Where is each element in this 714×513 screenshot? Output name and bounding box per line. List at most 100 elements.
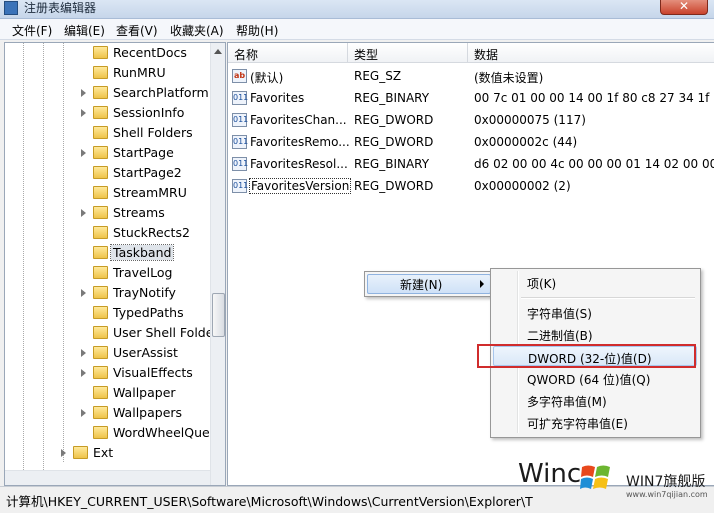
folder-icon [93, 106, 108, 119]
value-name: Favorites [250, 91, 305, 105]
tree-item[interactable]: StuckRects2 [5, 223, 210, 243]
value-data: 0x00000075 (117) [474, 113, 586, 127]
tree-item[interactable]: WordWheelQue [5, 423, 210, 443]
list-item[interactable]: 011 Favorites REG_BINARY 00 7c 01 00 00 14 … [228, 87, 714, 109]
menu-view[interactable]: 查看(V) [116, 22, 158, 39]
folder-icon [93, 406, 108, 419]
tree-item[interactable]: RunMRU [5, 63, 210, 83]
tree-item[interactable]: TrayNotify [5, 283, 210, 303]
tree-item-ext[interactable]: Ext [5, 443, 210, 463]
menu-item-label: 新建(N) [400, 278, 443, 292]
folder-icon [93, 246, 108, 259]
submenu-item[interactable]: QWORD (64 位)值(Q) [493, 368, 697, 388]
folder-icon [93, 146, 108, 159]
regedit-app-icon [4, 1, 18, 15]
value-type: REG_BINARY [354, 157, 430, 171]
folder-icon [93, 126, 108, 139]
watermark: Winc WIN7旗舰版 www.win7qijian.com [518, 456, 714, 512]
list-item[interactable]: 011 FavoritesChan... REG_DWORD 0x00000075 (… [228, 109, 714, 131]
folder-icon [93, 226, 108, 239]
tree-item-label: RunMRU [113, 65, 166, 80]
tree-item-label: StartPage2 [113, 165, 182, 180]
tree-item[interactable]: SessionInfo [5, 103, 210, 123]
expand-arrow-icon[interactable] [81, 89, 86, 97]
tree-item[interactable]: Wallpapers [5, 403, 210, 423]
tree-item[interactable]: StartPage2 [5, 163, 210, 183]
menu-help[interactable]: 帮助(H) [236, 22, 278, 39]
value-name: (默认) [250, 71, 284, 85]
expand-arrow-icon[interactable] [81, 209, 86, 217]
scrollbar-thumb[interactable] [212, 293, 225, 337]
tree-item-label: VisualEffects [113, 365, 193, 380]
submenu-item[interactable]: 二进制值(B) [493, 324, 697, 344]
annotation-highlight-box [477, 344, 696, 368]
menu-item-new[interactable]: 新建(N) [367, 274, 491, 294]
expand-arrow-icon[interactable] [81, 109, 86, 117]
menu-edit[interactable]: 编辑(E) [64, 22, 105, 39]
tree-item[interactable]: Streams [5, 203, 210, 223]
tree-item-label: TravelLog [113, 265, 173, 280]
tree-horizontal-scrollbar[interactable] [5, 470, 210, 485]
submenu-item[interactable]: 可扩充字符串值(E) [493, 412, 697, 432]
tree-item-label: User Shell Folde [113, 325, 214, 340]
column-header-label: 名称 [234, 48, 259, 62]
tree-item-label: SearchPlatform [113, 85, 209, 100]
tree-item[interactable]: VisualEffects [5, 363, 210, 383]
expand-arrow-icon[interactable] [81, 349, 86, 357]
column-header-type[interactable]: 类型 [348, 43, 468, 63]
tree-item-label: Ext [93, 445, 114, 460]
binary-value-icon: 011 [232, 157, 248, 171]
tree-item[interactable]: TypedPaths [5, 303, 210, 323]
folder-icon [93, 186, 108, 199]
close-button[interactable]: ✕ [660, 0, 708, 15]
tree-item[interactable]: UserAssist [5, 343, 210, 363]
expand-arrow-icon[interactable] [81, 409, 86, 417]
folder-icon [93, 266, 108, 279]
submenu-item[interactable]: 字符串值(S) [493, 302, 697, 322]
tree-item[interactable]: Shell Folders [5, 123, 210, 143]
string-value-icon: ab [232, 69, 247, 83]
column-header-name[interactable]: 名称 [228, 43, 348, 63]
list-item[interactable]: ab (默认) REG_SZ (数值未设置) [228, 65, 714, 87]
expand-arrow-icon[interactable] [81, 149, 86, 157]
tree-item[interactable]: Taskband [5, 243, 210, 263]
scroll-up-arrow-icon[interactable] [214, 49, 222, 54]
binary-value-icon: 011 [232, 135, 248, 149]
menu-item-label: 二进制值(B) [527, 329, 593, 343]
tree-item[interactable]: StartPage [5, 143, 210, 163]
value-data: 0x0000002c (44) [474, 135, 578, 149]
value-name: FavoritesVersion [248, 178, 352, 194]
tree-item-label: WordWheelQue [113, 425, 210, 440]
binary-value-icon: 011 [232, 91, 248, 105]
value-type: REG_DWORD [354, 113, 434, 127]
tree-item[interactable]: StreamMRU [5, 183, 210, 203]
tree-item[interactable]: TravelLog [5, 263, 210, 283]
menu-favorites[interactable]: 收藏夹(A) [170, 22, 224, 39]
tree-item-label: Wallpapers [113, 405, 183, 420]
tree-item-label: StreamMRU [113, 185, 187, 200]
value-data: (数值未设置) [474, 71, 544, 85]
tree-item[interactable]: User Shell Folde [5, 323, 214, 343]
tree-item-label: Taskband [109, 244, 175, 261]
tree-item[interactable]: RecentDocs [5, 43, 210, 63]
menu-file[interactable]: 文件(F) [12, 22, 52, 39]
registry-tree[interactable]: RecentDocs RunMRU SearchPlatform SessionInf… [4, 42, 226, 486]
tree-vertical-scrollbar[interactable] [210, 43, 225, 485]
column-header-data[interactable]: 数据 [468, 43, 714, 63]
folder-icon [93, 326, 108, 339]
value-name: FavoritesRemo... [250, 135, 350, 149]
folder-icon [93, 206, 108, 219]
tree-item-label: Wallpaper [113, 385, 176, 400]
binary-value-icon: 011 [232, 113, 248, 127]
submenu-item[interactable]: 多字符串值(M) [493, 390, 697, 410]
list-item[interactable]: 011 FavoritesRemo... REG_DWORD 0x0000002c (… [228, 131, 714, 153]
expand-arrow-icon[interactable] [81, 289, 86, 297]
expand-arrow-icon[interactable] [61, 449, 66, 457]
list-item[interactable]: 011 FavoritesResol... REG_BINARY d6 02 00 0… [228, 153, 714, 175]
folder-icon [93, 286, 108, 299]
tree-item[interactable]: Wallpaper [5, 383, 210, 403]
expand-arrow-icon[interactable] [81, 369, 86, 377]
tree-item[interactable]: SearchPlatform [5, 83, 210, 103]
submenu-item[interactable]: 项(K) [493, 272, 697, 292]
list-item[interactable]: 011 FavoritesVersion REG_DWORD 0x00000002 (… [228, 175, 714, 197]
